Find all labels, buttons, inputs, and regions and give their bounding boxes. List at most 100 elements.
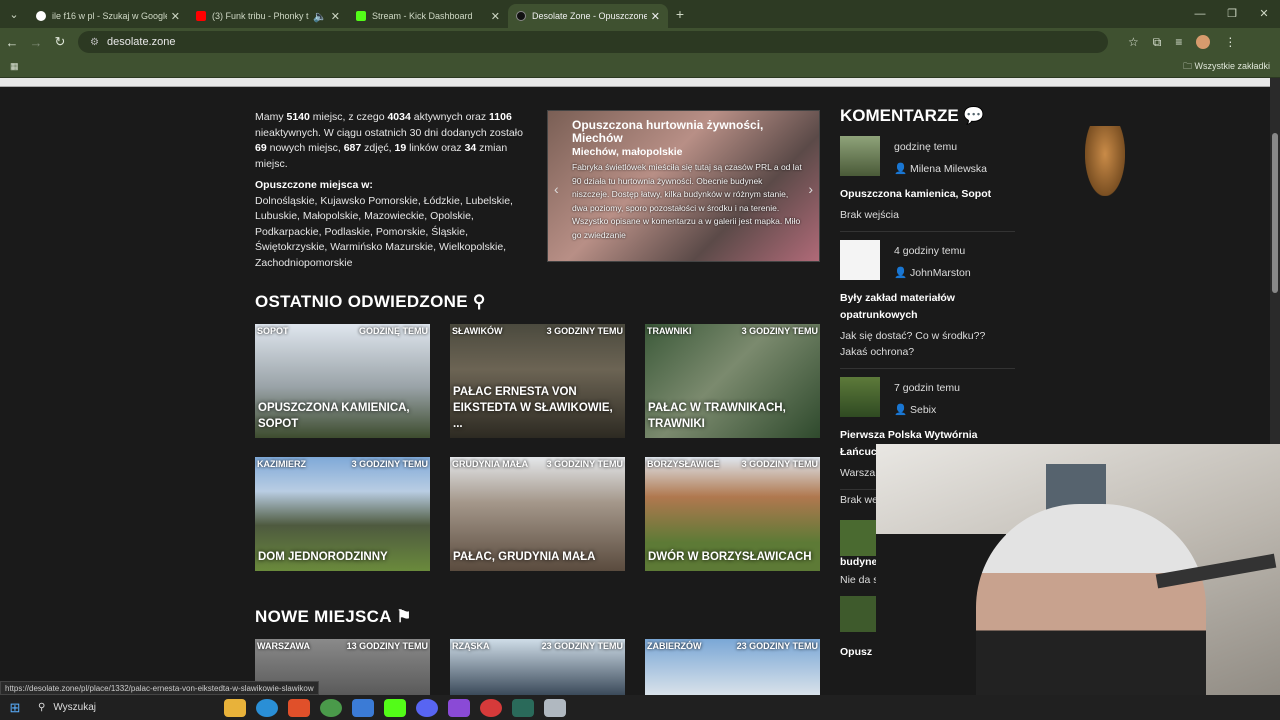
browser-tab-desolate[interactable]: Desolate Zone - Opuszczone m ✕ bbox=[508, 4, 668, 28]
comment-thumbnail[interactable] bbox=[840, 377, 880, 417]
comment-time: 7 godzin temu bbox=[894, 382, 960, 394]
app-icon[interactable] bbox=[544, 698, 566, 717]
taskbar-search[interactable]: ⚲ Wyszukaj bbox=[30, 695, 220, 720]
bookmarks-bar: ▦ 🗀 Wszystkie zakładki bbox=[0, 56, 1280, 78]
place-card[interactable]: SOPOT GODZINĘ TEMU OPUSZCZONA KAMIENICA,… bbox=[255, 324, 430, 438]
close-icon[interactable]: ✕ bbox=[491, 10, 500, 23]
speaker-icon[interactable]: 🔈 bbox=[313, 10, 327, 23]
stat-active: 4034 bbox=[387, 111, 411, 123]
place-card[interactable]: ZABIERZÓW 23 GODZINY TEMU bbox=[645, 639, 820, 695]
card-name[interactable]: PAŁAC, GRUDYNIA MAŁA bbox=[453, 549, 623, 565]
chevron-right-icon[interactable]: › bbox=[808, 181, 813, 197]
browser-tab-google[interactable]: ile f16 w pl - Szukaj w Google ✕ bbox=[28, 4, 188, 28]
kick-icon bbox=[356, 11, 366, 21]
comment-thumbnail[interactable] bbox=[840, 596, 876, 632]
card-location: WARSZAWA bbox=[257, 641, 310, 651]
youtube-icon bbox=[196, 11, 206, 21]
comment-place[interactable]: Opuszczona kamienica, Sopot bbox=[840, 186, 1015, 203]
comment-item: 4 godziny temu 👤 JohnMarston Były zakład… bbox=[840, 240, 1015, 369]
close-window-icon[interactable]: ✕ bbox=[1248, 0, 1280, 28]
bookmark-star-icon[interactable]: ☆ bbox=[1128, 35, 1139, 49]
chevron-left-icon[interactable]: ‹ bbox=[554, 181, 559, 197]
place-card[interactable]: SŁAWIKÓW 3 GODZINY TEMU PAŁAC ERNESTA VO… bbox=[450, 324, 625, 438]
profile-avatar[interactable] bbox=[1196, 35, 1211, 49]
comment-time: godzinę temu bbox=[894, 141, 958, 153]
card-name[interactable]: DOM JEDNORODZINNY bbox=[258, 549, 428, 565]
close-icon[interactable]: ✕ bbox=[331, 10, 340, 23]
media-icon[interactable]: ≡ bbox=[1175, 35, 1182, 49]
card-name[interactable]: OPUSZCZONA KAMIENICA, SOPOT bbox=[258, 400, 428, 432]
map-pin-icon: ⚑ bbox=[396, 607, 412, 626]
desolate-icon bbox=[516, 11, 526, 21]
obs-icon[interactable] bbox=[480, 698, 502, 717]
stats-text: aktywnych oraz bbox=[410, 111, 490, 123]
place-card[interactable]: BORZYSŁAWICE 3 GODZINY TEMU DWÓR W BORZY… bbox=[645, 457, 820, 571]
regions-list[interactable]: Dolnośląskie, Kujawsko Pomorskie, Łódzki… bbox=[255, 194, 535, 272]
file-explorer-icon[interactable] bbox=[224, 698, 246, 717]
window-controls: — ❐ ✕ bbox=[1184, 0, 1280, 28]
app-icon[interactable] bbox=[352, 698, 374, 717]
place-card[interactable]: KAZIMIERZ 3 GODZINY TEMU DOM JEDNORODZIN… bbox=[255, 457, 430, 571]
comment-thumbnail[interactable] bbox=[840, 240, 880, 280]
tab-title: Desolate Zone - Opuszczone m bbox=[532, 11, 647, 21]
place-card[interactable]: RZĄSKA 23 GODZINY TEMU bbox=[450, 639, 625, 695]
browser-tab-youtube[interactable]: (3) Funk tribu - Phonky trib 🔈 ✕ bbox=[188, 4, 348, 28]
stats-text: nowych miejsc, bbox=[266, 142, 344, 154]
tab-search-icon[interactable]: ⌄ bbox=[0, 0, 28, 28]
section-title-text: OSTATNIO ODWIEDZONE bbox=[255, 292, 468, 311]
close-icon[interactable]: ✕ bbox=[651, 10, 660, 23]
place-card[interactable]: GRUDYNIA MAŁA 3 GODZINY TEMU PAŁAC, GRUD… bbox=[450, 457, 625, 571]
extensions-icon[interactable]: ⧉ bbox=[1153, 35, 1162, 50]
card-location: RZĄSKA bbox=[452, 641, 490, 651]
stats-text: miejsc, z czego bbox=[309, 111, 388, 123]
kick-icon[interactable] bbox=[384, 698, 406, 717]
card-location: ZABIERZÓW bbox=[647, 641, 702, 651]
edge-icon[interactable] bbox=[256, 698, 278, 717]
card-location: BORZYSŁAWICE bbox=[647, 459, 720, 469]
card-name[interactable]: PAŁAC W TRAWNIKACH, TRAWNIKI bbox=[648, 400, 818, 432]
streamer bbox=[976, 504, 1206, 720]
brave-icon[interactable] bbox=[288, 698, 310, 717]
browser-tab-kick[interactable]: Stream - Kick Dashboard ✕ bbox=[348, 4, 508, 28]
comment-user[interactable]: JohnMarston bbox=[910, 267, 971, 279]
slide-title[interactable]: Opuszczona hurtownia żywności, Miechów bbox=[572, 119, 782, 145]
site-stats: Mamy 5140 miejsc, z czego 4034 aktywnych… bbox=[255, 110, 535, 271]
discord-icon[interactable] bbox=[416, 698, 438, 717]
app-icon[interactable] bbox=[512, 698, 534, 717]
scrollbar-thumb[interactable] bbox=[1272, 133, 1278, 293]
url-input[interactable]: ⚙ desolate.zone bbox=[78, 31, 1108, 53]
reload-icon[interactable]: ↻ bbox=[48, 34, 72, 50]
place-card[interactable]: TRAWNIKI 3 GODZINY TEMU PAŁAC W TRAWNIKA… bbox=[645, 324, 820, 438]
new-tab-button[interactable]: + bbox=[668, 6, 692, 22]
comment-user[interactable]: Milena Milewska bbox=[910, 163, 987, 175]
restore-icon[interactable]: ❐ bbox=[1216, 0, 1248, 28]
close-icon[interactable]: ✕ bbox=[171, 10, 180, 23]
card-time: 3 GODZINY TEMU bbox=[546, 459, 623, 469]
slide-subtitle: Miechów, małopolskie bbox=[572, 146, 683, 158]
comment-thumbnail[interactable] bbox=[840, 520, 876, 556]
tab-title: ile f16 w pl - Szukaj w Google bbox=[52, 11, 167, 21]
featured-slider[interactable]: ‹ Opuszczona hurtownia żywności, Miechów… bbox=[547, 110, 820, 262]
back-icon[interactable]: ← bbox=[0, 35, 24, 50]
comment-thumbnail[interactable] bbox=[840, 136, 880, 176]
minimize-icon[interactable]: — bbox=[1184, 0, 1216, 28]
card-name[interactable]: DWÓR W BORZYSŁAWICACH bbox=[648, 549, 818, 565]
url-text: desolate.zone bbox=[106, 36, 176, 48]
all-bookmarks-button[interactable]: 🗀 Wszystkie zakładki bbox=[1183, 59, 1270, 75]
stats-text: linków oraz bbox=[406, 142, 465, 154]
site-info-icon[interactable]: ⚙ bbox=[90, 37, 99, 48]
stat-inactive: 1106 bbox=[489, 111, 512, 123]
windows-start-icon[interactable]: ⊞ bbox=[0, 700, 30, 716]
apps-grid-icon[interactable]: ▦ bbox=[10, 61, 19, 72]
all-bookmarks-label: Wszystkie zakładki bbox=[1194, 60, 1270, 71]
forward-icon[interactable]: → bbox=[24, 35, 48, 50]
comment-user[interactable]: Sebix bbox=[910, 404, 936, 416]
app-icon[interactable] bbox=[448, 698, 470, 717]
menu-icon[interactable]: ⋮ bbox=[1224, 35, 1236, 49]
comments-title: KOMENTARZE 💬 bbox=[840, 106, 1015, 126]
card-name[interactable]: PAŁAC ERNESTA VON EIKSTEDTA W SŁAWIKOWIE… bbox=[453, 384, 623, 432]
comment-place[interactable]: Były zakład materiałów opatrunkowych bbox=[840, 290, 1015, 324]
google-icon bbox=[36, 11, 46, 21]
chrome-icon[interactable] bbox=[320, 698, 342, 717]
tab-title: Stream - Kick Dashboard bbox=[372, 11, 473, 21]
